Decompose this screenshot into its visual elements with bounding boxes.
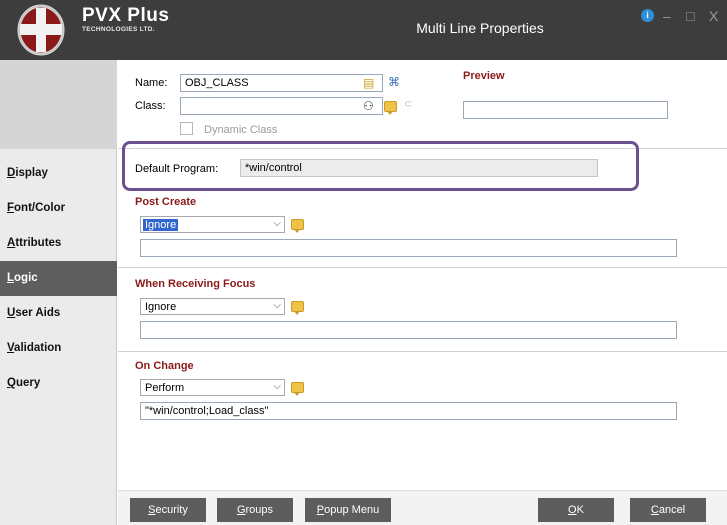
on-change-field[interactable]: "*win/control;Load_class" (140, 402, 677, 420)
class-field[interactable] (180, 97, 383, 115)
copy-icon[interactable]: ▤ (363, 76, 374, 90)
link-icon: ⊂ (404, 99, 413, 110)
properties-icon[interactable]: ⌘ (388, 75, 400, 89)
receiving-focus-field[interactable] (140, 321, 677, 339)
sidebar-item-logic[interactable]: Logic (0, 261, 117, 296)
binoculars-icon[interactable]: ⚇ (363, 99, 374, 113)
brand-name: PVX Plus (82, 5, 170, 26)
note-icon[interactable] (384, 101, 397, 115)
on-change-note-icon[interactable] (291, 382, 304, 396)
chevron-down-icon: ⌵ (273, 381, 281, 392)
name-field[interactable]: OBJ_CLASS (180, 74, 383, 92)
sidebar-item-query[interactable]: Query (0, 366, 117, 401)
ok-button[interactable]: OK (538, 498, 614, 522)
post-create-select[interactable]: Ignore ⌵ (140, 216, 285, 233)
title-bar: PVX Plus TECHNOLOGIES LTD. Multi Line Pr… (0, 0, 727, 60)
sidebar-item-attributes[interactable]: Attributes (0, 226, 117, 261)
close-icon[interactable]: X (709, 9, 718, 23)
sidebar-item-validation[interactable]: Validation (0, 331, 117, 366)
post-create-title: Post Create (135, 196, 197, 208)
receiving-focus-title: When Receiving Focus (135, 278, 256, 290)
security-button[interactable]: Security (130, 498, 206, 522)
minimize-icon[interactable]: – (663, 9, 671, 23)
groups-button[interactable]: Groups (217, 498, 293, 522)
highlight-frame (122, 141, 639, 191)
divider (118, 351, 727, 352)
sidebar: Display Font/Color Attributes Logic User… (0, 60, 117, 525)
receiving-focus-note-icon[interactable] (291, 301, 304, 315)
dynamic-class-checkbox[interactable] (180, 122, 193, 135)
maximize-icon[interactable]: □ (686, 9, 694, 23)
chevron-down-icon: ⌵ (273, 300, 281, 311)
post-create-field[interactable] (140, 239, 677, 257)
main-panel: Name: OBJ_CLASS ▤ ⌘ Class: ⚇ ⊂ Dynamic C… (118, 60, 727, 525)
window-title: Multi Line Properties (416, 20, 544, 36)
popup-menu-button[interactable]: Popup Menu (305, 498, 391, 522)
name-label: Name: (135, 77, 168, 89)
sidebar-item-font-color[interactable]: Font/Color (0, 191, 117, 226)
info-icon[interactable]: i (641, 9, 654, 22)
receiving-focus-select[interactable]: Ignore ⌵ (140, 298, 285, 315)
divider (118, 267, 727, 268)
on-change-title: On Change (135, 360, 194, 372)
chevron-down-icon: ⌵ (273, 218, 281, 229)
post-create-note-icon[interactable] (291, 219, 304, 233)
class-label: Class: (135, 100, 166, 112)
cancel-button[interactable]: Cancel (630, 498, 706, 522)
preview-title: Preview (463, 70, 505, 82)
pvx-logo-icon (17, 4, 65, 56)
sidebar-item-user-aids[interactable]: User Aids (0, 296, 117, 331)
dynamic-class-label: Dynamic Class (204, 124, 278, 136)
preview-field (463, 101, 668, 119)
on-change-select[interactable]: Perform ⌵ (140, 379, 285, 396)
sidebar-header (0, 60, 117, 149)
sidebar-item-display[interactable]: Display (0, 156, 117, 191)
brand-subtitle: TECHNOLOGIES LTD. (82, 26, 155, 33)
